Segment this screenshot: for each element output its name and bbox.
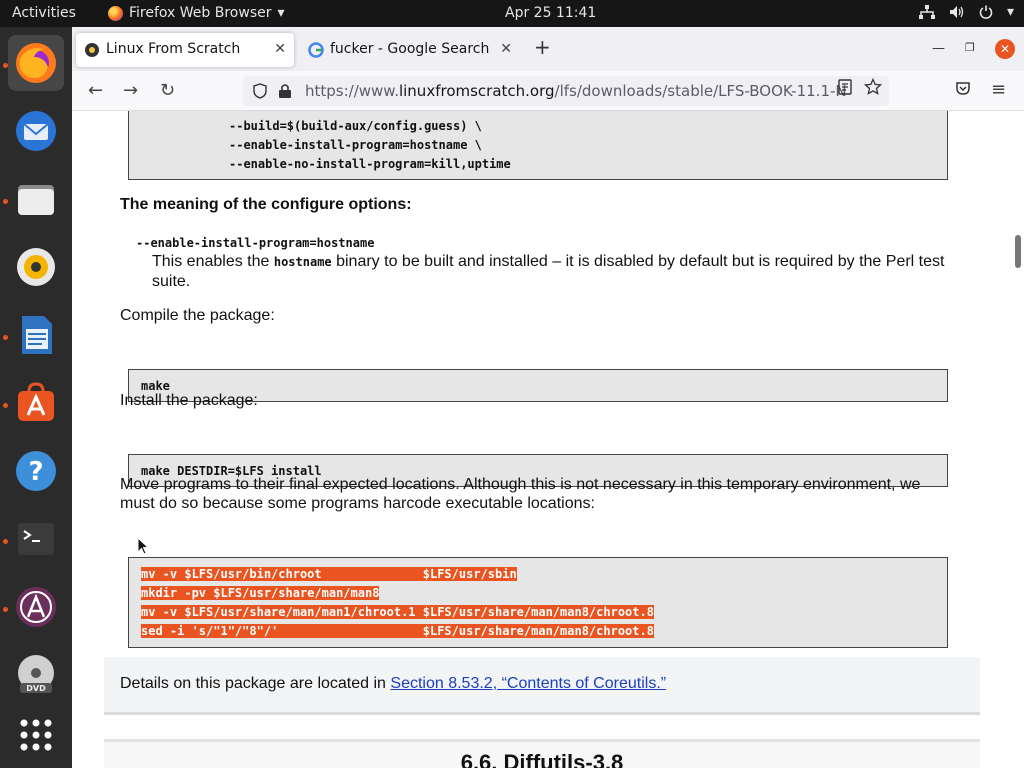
system-tray[interactable]: ▾ [918,4,1014,20]
forward-button[interactable]: → [123,80,138,101]
next-section-header: 6.6. Diffutils-3.8 [104,739,980,768]
clock[interactable]: Apr 25 11:41 [505,5,596,21]
back-button[interactable]: ← [88,80,103,101]
dock: ? DVD [0,27,72,768]
shield-icon [253,83,267,99]
lock-icon [279,84,291,98]
coreutils-contents-link[interactable]: Section 8.53.2, “Contents of Coreutils.” [390,675,666,692]
selected-code-line: mv -v $LFS/usr/bin/chroot $LFS/usr/sbin [141,567,517,581]
gnome-top-bar: Activities Firefox Web Browser ▾ Apr 25 … [0,0,1024,27]
thunderbird-icon [16,111,56,151]
software-store-icon [18,382,54,421]
move-text: Move programs to their final expected lo… [120,476,921,512]
hostname-code: hostname [273,255,332,269]
option-term: --enable-install-program=hostname [136,236,375,250]
url-text: https://www.linuxfromscratch.org/lfs/dow… [305,82,847,100]
close-window-button[interactable]: ✕ [995,39,1015,59]
dock-firefox[interactable] [8,35,64,91]
page-scrollbar[interactable] [1015,235,1021,268]
dock-rhythmbox[interactable] [8,239,64,295]
details-note: Details on this package are located in S… [104,657,980,715]
navigation-toolbar: ← → ↻ https://www.linuxfromscratch.org/l… [72,71,1024,111]
compile-text: Compile the package: [120,307,275,324]
activities-button[interactable]: Activities [12,5,76,21]
new-tab-button[interactable]: + [534,35,551,59]
dock-dvd[interactable]: DVD [8,647,64,703]
dock-software[interactable] [8,375,64,431]
firefox-window: Linux From Scratch ✕ fucker - Google Sea… [72,27,1024,768]
code-line: --build=$(build-aux/config.guess) \ [229,119,482,133]
minimize-button[interactable]: — [932,41,945,56]
url-bar[interactable]: https://www.linuxfromscratch.org/lfs/dow… [243,76,889,106]
configure-code-block: --build=$(build-aux/config.guess) \ --en… [128,111,948,180]
selected-code-line: mkdir -pv $LFS/usr/share/man/man8 [141,586,380,600]
reader-view-icon[interactable] [838,79,852,100]
volume-icon [949,5,965,19]
chevron-down-icon: ▾ [277,5,285,21]
details-text: Details on this package are located in S… [120,675,667,692]
app-menu-label: Firefox Web Browser [129,5,272,21]
pocket-icon[interactable] [955,80,971,101]
firefox-icon [16,43,56,83]
dvd-icon: DVD [18,655,54,693]
writer-icon [22,316,52,354]
code-line: --enable-no-install-program=kill,uptime [229,157,511,171]
move-code-block[interactable]: mv -v $LFS/usr/bin/chroot $LFS/usr/sbin … [128,557,948,648]
maximize-button[interactable]: ❐ [965,41,975,54]
selected-code-line: mv -v $LFS/usr/share/man/man1/chroot.1 $… [141,605,654,619]
bookmark-star-icon[interactable] [863,77,883,101]
dock-terminal[interactable] [8,511,64,567]
svg-text:DVD: DVD [26,684,46,693]
chevron-down-icon: ▾ [1006,4,1014,20]
tab-bar: Linux From Scratch ✕ fucker - Google Sea… [72,27,1024,71]
section-title: 6.6. Diffutils-3.8 [460,750,624,768]
reload-button[interactable]: ↻ [160,80,175,101]
dock-writer[interactable] [8,307,64,363]
dock-files[interactable] [8,171,64,227]
network-icon [918,5,935,19]
page-content: --build=$(build-aux/config.guess) \ --en… [72,111,1012,768]
power-icon [979,5,993,19]
dock-app-center[interactable] [8,579,64,635]
hamburger-menu-icon[interactable]: ≡ [991,79,1006,100]
app-center-icon [16,587,56,627]
option-description: This enables the hostname binary to be b… [152,253,945,290]
show-applications-button[interactable] [8,707,64,763]
app-grid-icon [20,719,52,751]
mouse-cursor-icon [137,537,149,555]
rhythmbox-icon [17,248,55,286]
code-line: --enable-install-program=hostname \ [229,138,482,152]
tab-linux-from-scratch[interactable]: Linux From Scratch ✕ [76,33,294,67]
help-icon: ? [16,451,56,491]
svg-text:?: ? [28,457,43,487]
close-tab-icon[interactable]: ✕ [274,41,286,57]
terminal-icon [18,523,54,555]
lfs-favicon-icon [85,43,99,57]
dock-help[interactable]: ? [8,443,64,499]
close-tab-icon[interactable]: ✕ [500,41,512,57]
tab-title: Linux From Scratch [106,41,241,57]
app-menu[interactable]: Firefox Web Browser ▾ [108,5,285,21]
meaning-heading: The meaning of the configure options: [120,196,412,213]
tab-title: fucker - Google Search [330,41,490,57]
dock-thunderbird[interactable] [8,103,64,159]
google-favicon-icon [308,42,324,58]
tab-google-search[interactable]: fucker - Google Search ✕ [300,33,520,67]
install-text: Install the package: [120,392,258,409]
firefox-small-icon [108,5,123,21]
selected-code-line: sed -i 's/"1"/"8"/' $LFS/usr/share/man/m… [141,624,654,638]
files-icon [18,185,54,215]
